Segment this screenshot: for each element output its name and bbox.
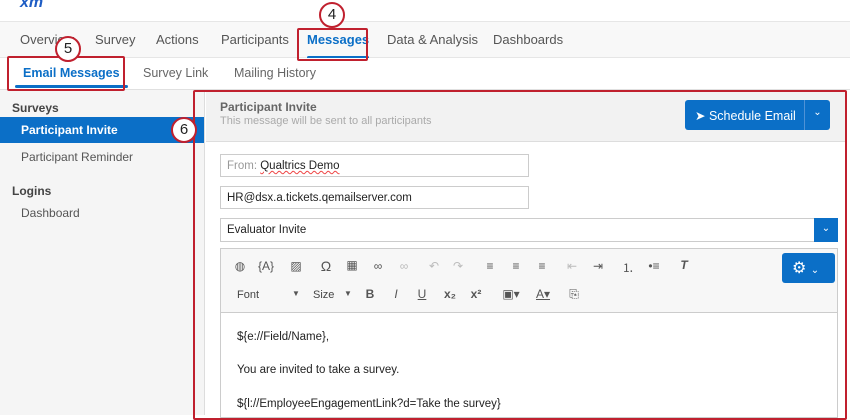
annotation-marker-5: 5 <box>55 36 81 62</box>
annotation-marker-6: 6 <box>171 117 197 143</box>
sidebar-item-participant-reminder[interactable]: Participant Reminder <box>0 144 204 170</box>
sidebar-heading-surveys: Surveys <box>12 101 59 115</box>
annotation-box-messages <box>297 28 368 61</box>
annotation-marker-4: 4 <box>319 2 345 28</box>
logo: xm <box>20 0 44 11</box>
sidebar-heading-logins: Logins <box>12 184 52 198</box>
tab-participants[interactable]: Participants <box>221 32 289 47</box>
tab-data-analysis[interactable]: Data & Analysis <box>387 32 478 47</box>
tab-mailing-history[interactable]: Mailing History <box>234 66 316 80</box>
top-bar: xm <box>0 0 850 22</box>
tab-survey[interactable]: Survey <box>95 32 135 47</box>
sidebar-item-dashboard[interactable]: Dashboard <box>0 200 204 226</box>
annotation-box-editor <box>193 90 847 420</box>
tab-survey-link[interactable]: Survey Link <box>143 66 208 80</box>
tab-dashboards[interactable]: Dashboards <box>493 32 563 47</box>
main-nav: Overview Survey Actions Participants Mes… <box>0 22 850 59</box>
tab-actions[interactable]: Actions <box>156 32 199 47</box>
sub-nav: Email Messages Survey Link Mailing Histo… <box>0 58 850 90</box>
